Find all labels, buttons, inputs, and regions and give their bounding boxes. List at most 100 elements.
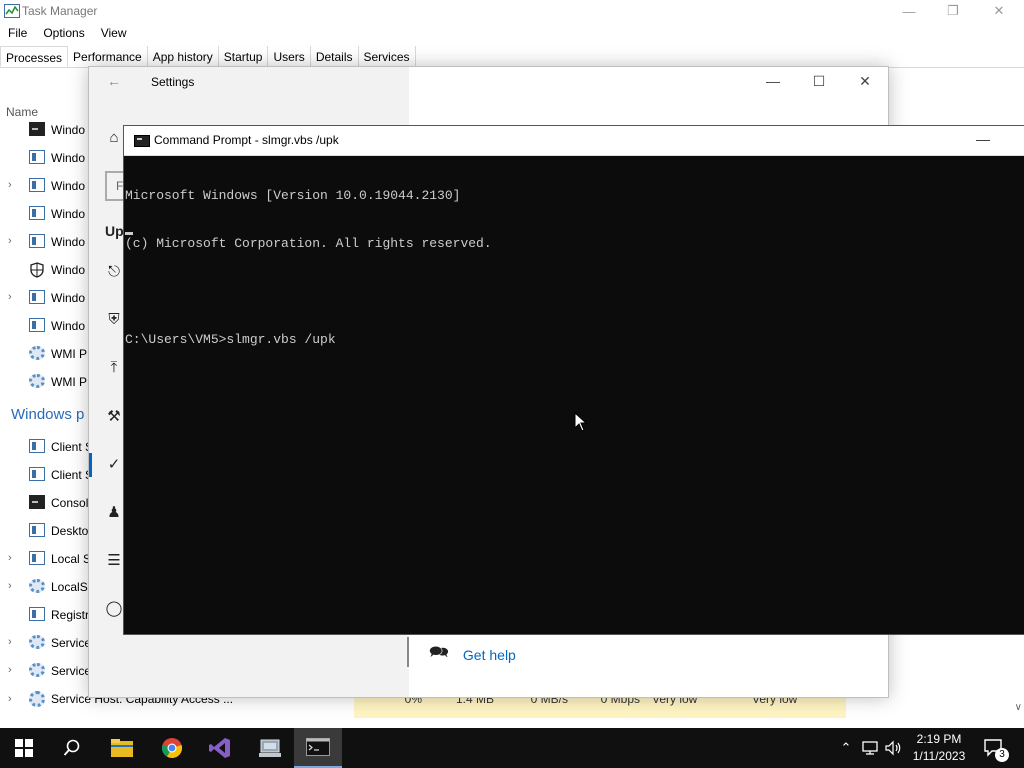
shield-icon[interactable]: ⛨ [105, 311, 123, 329]
process-name: Windo [51, 235, 86, 249]
network-manager-button[interactable] [246, 728, 294, 768]
menu-file[interactable]: File [0, 24, 35, 42]
system-clock[interactable]: 2:19 PM 1/11/2023 [900, 731, 978, 765]
start-button[interactable] [0, 728, 48, 768]
process-name: Windo [51, 123, 86, 137]
tab-startup[interactable]: Startup [219, 46, 269, 67]
process-name: Windo [51, 319, 86, 333]
close-button[interactable]: ✕ [976, 0, 1022, 22]
tab-app-history[interactable]: App history [148, 46, 219, 67]
tab-users[interactable]: Users [268, 46, 311, 67]
process-name: Windo [51, 151, 86, 165]
process-name: Client S [51, 440, 94, 454]
process-name: Local S [51, 552, 92, 566]
process-name: Deskto [51, 524, 89, 538]
tab-performance[interactable]: Performance [68, 46, 148, 67]
network-tray-icon [862, 741, 878, 755]
search-button[interactable] [48, 728, 96, 768]
command-prompt-icon [134, 135, 150, 147]
cat-icon[interactable]: ◯ [105, 599, 123, 617]
settings-maximize-button[interactable]: ☐ [799, 73, 839, 90]
task-manager-tabs: Processes Performance App history Startu… [0, 46, 1024, 68]
check-circle-icon[interactable]: ✓ [105, 455, 123, 473]
gear-app-icon [29, 374, 45, 388]
task-manager-titlebar[interactable]: Task Manager — ❐ ✕ [0, 0, 1024, 22]
command-prompt-titlebar[interactable]: Command Prompt - slmgr.vbs /upk — [124, 126, 1024, 156]
network-icon[interactable] [858, 728, 884, 768]
window-app-icon [29, 467, 45, 481]
tab-details[interactable]: Details [311, 46, 359, 67]
back-arrow-icon[interactable]: ← [107, 73, 121, 89]
wrench-icon[interactable]: ⚒ [105, 407, 123, 425]
start-icon [15, 739, 33, 757]
tools-icon[interactable]: ☰ [105, 551, 123, 569]
notification-badge: 3 [995, 748, 1009, 762]
expand-chevron-icon[interactable]: › [8, 291, 12, 303]
window-app-icon [29, 318, 45, 332]
process-name: Windo [51, 291, 86, 305]
gear-app-icon [29, 635, 45, 649]
window-app-icon [29, 523, 45, 537]
console-line: C:\Users\VM5>slmgr.vbs /upk [125, 332, 336, 347]
mouse-pointer-icon [574, 412, 588, 432]
upload-icon[interactable]: ⤒ [105, 359, 123, 377]
chevron-up-icon[interactable]: ⌃ [836, 728, 856, 768]
console-line: (c) Microsoft Corporation. All rights re… [125, 236, 492, 251]
expand-chevron-icon[interactable]: › [8, 664, 12, 676]
home-icon[interactable]: ⌂ [105, 129, 123, 147]
settings-search-input[interactable]: F [105, 171, 125, 201]
expand-chevron-icon[interactable]: › [8, 693, 12, 705]
chat-help-icon: 🗪 [429, 644, 449, 661]
selected-indicator [89, 453, 92, 477]
process-name: Windo [51, 179, 86, 193]
file-explorer-button[interactable] [98, 728, 146, 768]
network-manager-icon [259, 739, 281, 757]
menu-bar: File Options View [0, 24, 135, 42]
action-center-button[interactable]: 3 [978, 728, 1010, 768]
cmd-minimize-button[interactable]: — [976, 131, 990, 147]
command-prompt-taskbar-button[interactable] [294, 728, 342, 768]
delivery-icon[interactable]: ⎋ [105, 263, 123, 281]
expand-chevron-icon[interactable]: › [8, 179, 12, 191]
menu-view[interactable]: View [93, 24, 135, 42]
window-app-icon [29, 290, 45, 304]
window-app-icon [29, 206, 45, 220]
chrome-button[interactable] [148, 728, 196, 768]
tab-processes[interactable]: Processes [0, 46, 69, 67]
gear-icon [29, 691, 45, 707]
get-help-link[interactable]: 🗪 Get help [429, 641, 516, 668]
window-app-icon [29, 178, 45, 192]
console-output[interactable]: Microsoft Windows [Version 10.0.19044.21… [125, 156, 1024, 380]
command-prompt-title: Command Prompt - slmgr.vbs /upk [154, 133, 339, 147]
taskbar: ⌃ 2:19 PM 1/11/2023 3 [0, 728, 1024, 768]
process-name: Service [51, 664, 92, 678]
command-prompt-window[interactable]: Command Prompt - slmgr.vbs /upk — Micros… [123, 125, 1024, 635]
scroll-down-icon[interactable]: ∨ [1015, 702, 1022, 713]
expand-chevron-icon[interactable]: › [8, 552, 12, 564]
shield-app-icon [29, 262, 45, 278]
settings-minimize-button[interactable]: — [753, 73, 793, 89]
settings-title: Settings [151, 75, 195, 89]
visual-studio-button[interactable] [196, 728, 244, 768]
group-heading: Windows p [11, 406, 85, 423]
person-icon[interactable]: ♟ [105, 503, 123, 521]
menu-options[interactable]: Options [35, 24, 92, 42]
window-app-icon [29, 234, 45, 248]
visual-studio-icon [209, 738, 230, 758]
console-line: Microsoft Windows [Version 10.0.19044.21… [125, 188, 461, 203]
expand-chevron-icon[interactable]: › [8, 580, 12, 592]
tab-services[interactable]: Services [359, 46, 416, 67]
expand-chevron-icon[interactable]: › [8, 235, 12, 247]
gear-app-icon [29, 663, 45, 677]
process-name: Windo [51, 263, 86, 277]
window-app-icon [29, 551, 45, 565]
process-name: WMI P [51, 375, 87, 389]
expand-chevron-icon[interactable]: › [8, 636, 12, 648]
restore-button[interactable]: ❐ [930, 0, 976, 22]
window-app-icon [29, 607, 45, 621]
settings-close-button[interactable]: ✕ [845, 73, 885, 90]
search-icon [63, 739, 80, 756]
minimize-button[interactable]: — [886, 0, 932, 22]
clock-date: 1/11/2023 [912, 749, 966, 763]
process-name: Windo [51, 207, 86, 221]
